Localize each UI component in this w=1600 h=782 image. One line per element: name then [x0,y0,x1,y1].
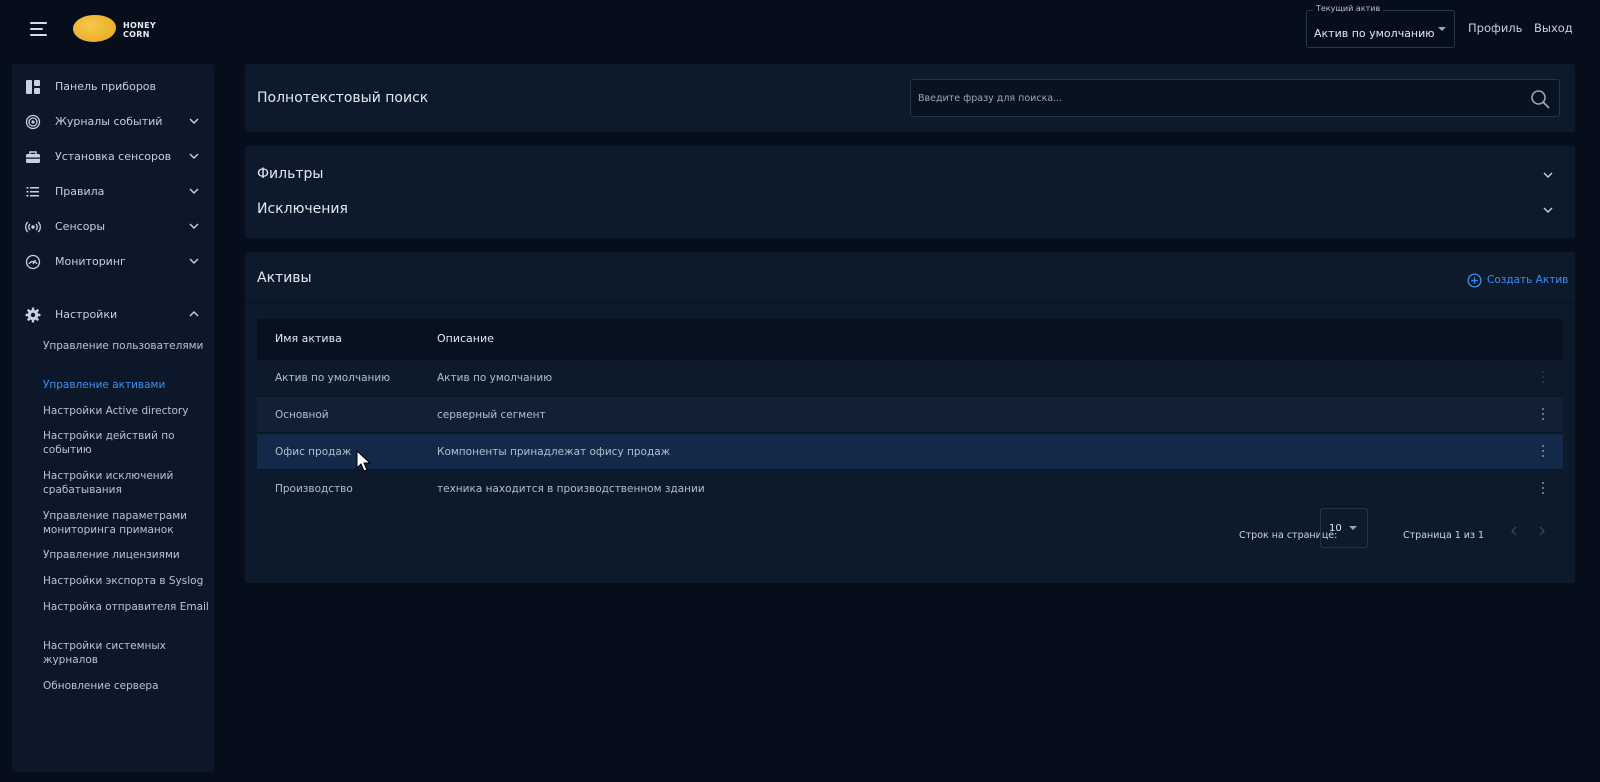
sidebar-subitem-syslog-export[interactable]: Настройки экспорта в Syslog [43,574,213,588]
plus-circle-icon [1467,273,1482,288]
sidebar-item-label: Правила [55,185,105,198]
honeycorn-logo[interactable]: HONEY CORN [73,15,163,42]
sidebar-item-rules[interactable]: Правила [12,177,214,207]
search-icon[interactable] [1530,89,1550,109]
sidebar-subitem-users[interactable]: Управление пользователями [43,339,213,353]
chevron-down-icon [189,188,199,194]
table-row[interactable]: Производство техника находится в произво… [257,471,1563,507]
assets-title: Активы [257,270,312,286]
sidebar-item-label: Журналы событий [55,115,163,128]
sidebar-item-label: Панель приборов [55,80,157,93]
sensors-icon [25,221,41,233]
fulltext-search-panel: Полнотекстовый поиск [245,64,1575,132]
assets-panel: Активы Создать Актив Имя актива Описание… [245,252,1575,583]
column-header-description[interactable]: Описание [437,332,494,345]
event-log-icon [25,114,41,130]
exclusions-title: Исключения [257,201,348,217]
asset-name-cell: Офис продаж [275,446,352,458]
column-header-name[interactable]: Имя актива [275,332,342,345]
monitoring-icon [25,254,41,270]
menu-toggle-icon[interactable] [30,22,47,36]
sidebar-subitem-system-logs[interactable]: Настройки системных журналов [43,639,213,667]
asset-description-cell: Компоненты принадлежат офису продаж [437,446,671,458]
create-asset-button[interactable]: Создать Актив [1467,272,1568,290]
sidebar-subitem-assets[interactable]: Управление активами [43,378,213,392]
table-row[interactable]: Основной серверный сегмент [257,397,1563,433]
table-row[interactable]: Офис продаж Компоненты принадлежат офису… [257,434,1563,470]
gear-icon [25,307,41,323]
exclusions-accordion[interactable]: Исключения [257,195,1567,225]
rows-per-page-select[interactable]: 10 [1320,508,1368,548]
sidebar-subitem-trigger-exclusions[interactable]: Настройки исключений срабатывания [43,469,213,497]
table-row[interactable]: Актив по умолчанию Актив по умолчанию [257,360,1563,396]
search-input[interactable] [918,80,1498,116]
chevron-right-icon[interactable] [1538,526,1546,536]
rules-icon [26,187,39,197]
asset-description-cell: техника находится в производственном зда… [437,483,705,495]
logo-mark [73,15,116,42]
chevron-down-icon [1543,172,1553,178]
more-vertical-icon[interactable] [1542,371,1545,384]
profile-link[interactable]: Профиль [1468,21,1522,35]
asset-description-cell: Актив по умолчанию [437,372,553,384]
sidebar-item-sensors[interactable]: Сенсоры [12,212,214,242]
sidebar-subitem-server-update[interactable]: Обновление сервера [43,679,213,693]
chevron-down-icon [189,153,199,159]
sidebar-item-label: Установка сенсоров [55,150,172,163]
more-vertical-icon[interactable] [1542,408,1545,421]
current-asset-select[interactable]: Текущий актив Актив по умолчанию [1306,4,1455,48]
sidebar-item-event-logs[interactable]: Журналы событий [12,107,214,137]
more-vertical-icon[interactable] [1542,445,1545,458]
sidebar-item-label: Сенсоры [55,220,106,233]
chevron-down-icon [1543,207,1553,213]
chevron-up-icon [189,311,199,317]
sensor-install-icon [26,151,40,163]
asset-description-cell: серверный сегмент [437,409,546,421]
caret-down-icon [1349,526,1357,530]
dashboard-icon [26,80,40,94]
sidebar: Панель приборов Журналы событий Установк… [12,64,214,772]
sidebar-item-settings[interactable]: Настройки [12,300,214,330]
asset-name-cell: Основной [275,409,329,421]
asset-name-cell: Актив по умолчанию [275,372,391,384]
chevron-left-icon[interactable] [1510,526,1518,536]
sidebar-subitem-honeypot-monitoring[interactable]: Управление параметрами мониторинга прима… [43,509,213,537]
chevron-down-icon [189,258,199,264]
sidebar-subitem-event-actions[interactable]: Настройки действий по событию [43,429,213,457]
rows-per-page-value: 10 [1329,523,1342,534]
page-info: Страница 1 из 1 [1403,530,1485,541]
filters-panel: Фильтры Исключения [245,146,1575,238]
chevron-down-icon [189,118,199,124]
sidebar-item-label: Мониторинг [55,255,126,268]
create-asset-label: Создать Актив [1487,274,1569,286]
current-asset-legend: Текущий актив [1313,4,1384,13]
logo-wordmark: HONEY CORN [123,21,156,39]
sidebar-subitem-licenses[interactable]: Управление лицензиями [43,548,213,562]
asset-name-cell: Производство [275,483,353,495]
search-box[interactable] [910,79,1560,117]
filters-accordion[interactable]: Фильтры [257,160,1567,190]
divider [245,302,1575,303]
sidebar-subitem-active-directory[interactable]: Настройки Active directory [43,404,213,418]
logout-link[interactable]: Выход [1534,21,1573,35]
caret-down-icon [1438,27,1446,31]
table-header: Имя актива Описание [257,319,1563,360]
more-vertical-icon[interactable] [1542,482,1545,495]
sidebar-subitem-email-sender[interactable]: Настройка отправителя Email [43,600,213,614]
sidebar-item-label: Настройки [55,308,118,321]
current-asset-value: Актив по умолчанию [1314,27,1435,40]
sidebar-item-sensor-install[interactable]: Установка сенсоров [12,142,214,172]
filters-title: Фильтры [257,166,324,182]
sidebar-item-monitoring[interactable]: Мониторинг [12,247,214,277]
search-title: Полнотекстовый поиск [257,90,429,106]
chevron-down-icon [189,223,199,229]
sidebar-item-dashboard[interactable]: Панель приборов [12,72,214,102]
top-bar: HONEY CORN Текущий актив Актив по умолча… [0,0,1600,58]
